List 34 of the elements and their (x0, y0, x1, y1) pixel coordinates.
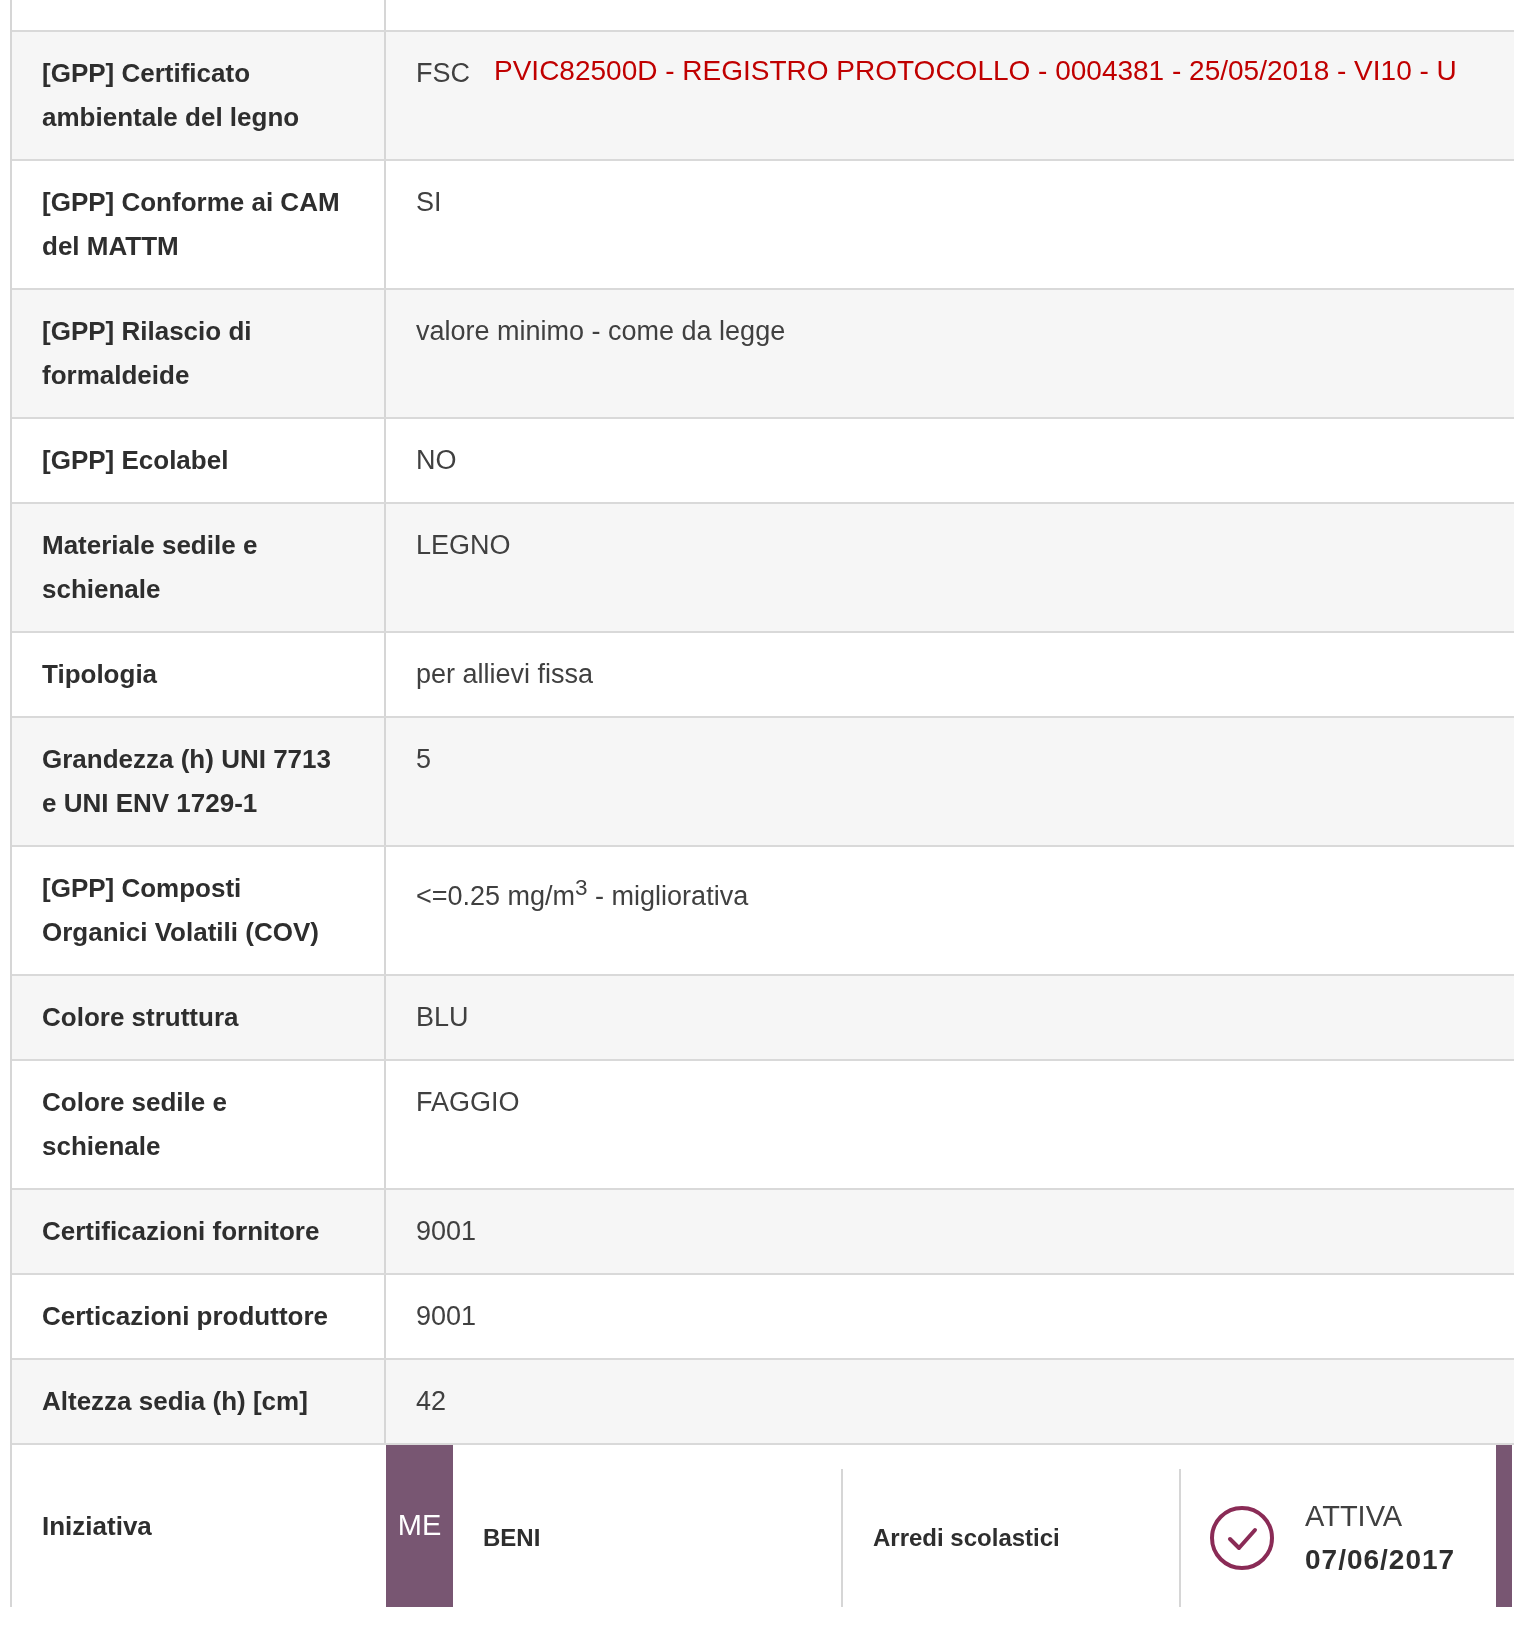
initiative-date: 07/06/2017 (1305, 1543, 1456, 1577)
property-label: Tipologia (42, 658, 159, 691)
property-value: NO (416, 444, 457, 477)
protocol-text: PVIC82500D - REGISTRO PROTOCOLLO - 0004381 - 25/05/2018 - VI10 - U (494, 54, 1457, 88)
property-value: 9001 (416, 1300, 477, 1333)
property-value: valore minimo - come da legge (416, 315, 786, 348)
property-value: LEGNO (416, 529, 511, 562)
property-value: SI (416, 186, 442, 219)
property-value: 42 (416, 1385, 447, 1418)
initiative-status: ATTIVA (1305, 1499, 1404, 1534)
property-value: 5 (416, 743, 432, 776)
property-value: per allievi fissa (416, 658, 594, 691)
initiative-code-badge: ME (386, 1445, 453, 1607)
property-label: Grandezza (h) UNI 7713 e UNI ENV 1729-1 (42, 743, 332, 820)
property-label: Altezza sedia (h) [cm] (42, 1385, 309, 1418)
property-label: Colore sedile e schienale (42, 1086, 228, 1163)
property-value: <=0.25 mg/m$^{3}$ - migliorativa (416, 874, 749, 913)
property-label: Iniziativa (42, 1510, 152, 1543)
property-label: Materiale sedile e schienale (42, 529, 259, 606)
property-value: BLU (416, 1001, 469, 1034)
property-label: [GPP] Conforme ai CAM del MATTM (42, 186, 341, 263)
property-label: [GPP] Ecolabel (42, 444, 230, 477)
property-value: FSC (416, 57, 470, 90)
property-label: [GPP] Rilascio di formaldeide (42, 315, 253, 392)
initiative-category: Arredi scolastici (873, 1524, 1060, 1552)
property-label: Colore struttura (42, 1001, 240, 1034)
property-label: Certicazioni produttore (42, 1300, 329, 1333)
property-label: Certificazioni fornitore (42, 1215, 321, 1248)
property-value: 9001 (416, 1215, 477, 1248)
property-value: FAGGIO (416, 1086, 520, 1119)
check-circle-icon (1209, 1505, 1275, 1571)
property-label: [GPP] Composti Organici Volatili (COV) (42, 872, 320, 949)
property-label: [GPP] Certificato ambientale del legno (42, 57, 301, 134)
initiative-type: BENI (483, 1524, 541, 1552)
